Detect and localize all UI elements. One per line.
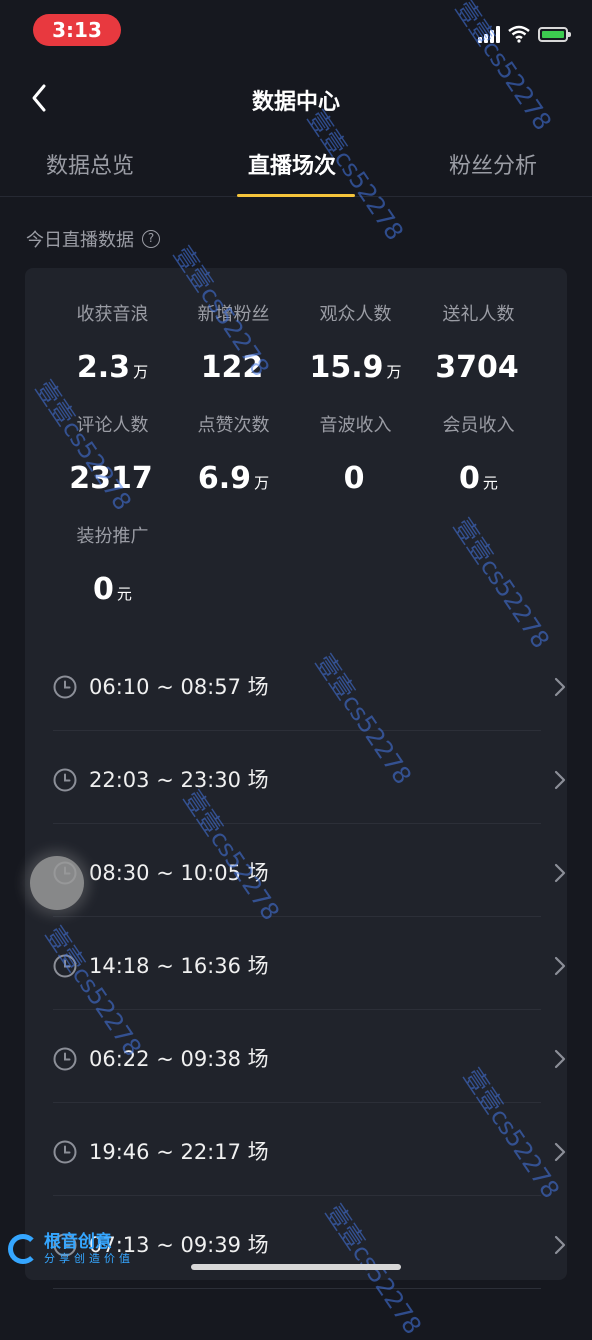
tab-live-sessions[interactable]: 直播场次 — [248, 148, 336, 180]
stat-label: 评论人数 — [76, 415, 149, 436]
stat-unit: 万 — [386, 363, 402, 381]
divider — [53, 1288, 541, 1289]
stat-decoration-promo: 装扮推广 0元 — [51, 524, 174, 610]
home-indicator[interactable] — [191, 1264, 401, 1270]
stat-commenters: 评论人数 2317 — [51, 413, 174, 499]
session-item[interactable]: 19:46 ~ 22:17 场 — [53, 1103, 566, 1196]
chevron-right-icon — [554, 956, 566, 976]
clock-icon — [53, 768, 77, 792]
stat-label: 观众人数 — [319, 304, 392, 325]
stat-label: 音波收入 — [319, 415, 392, 436]
stat-label: 会员收入 — [442, 415, 515, 436]
stat-unit: 元 — [482, 474, 498, 492]
stat-value: 2317 — [69, 461, 153, 496]
session-time-label: 19:46 ~ 22:17 场 — [89, 1140, 269, 1164]
page-title: 数据中心 — [251, 90, 340, 115]
session-time-label: 22:03 ~ 23:30 场 — [89, 768, 269, 792]
battery-icon — [538, 26, 571, 42]
stat-value: 122 — [200, 350, 264, 385]
stat-value: 6.9 — [197, 461, 252, 496]
session-item[interactable]: 14:18 ~ 16:36 场 — [53, 917, 566, 1010]
assistive-touch-button[interactable] — [30, 856, 84, 910]
brand-logo: 根音创意 分享创造价值 — [8, 1232, 134, 1265]
clock-icon — [53, 675, 77, 699]
clock-icon — [53, 1140, 77, 1164]
stat-viewers: 观众人数 15.9 万 — [294, 302, 417, 388]
tab-overview[interactable]: 数据总览 — [46, 148, 134, 180]
chevron-right-icon — [554, 770, 566, 790]
logo-main-text: 根音创意 — [44, 1232, 112, 1252]
stat-label: 新增粉丝 — [197, 304, 270, 325]
stat-unit: 万 — [133, 363, 149, 381]
chevron-right-icon — [554, 1142, 566, 1162]
chevron-right-icon — [554, 863, 566, 883]
stat-unit: 元 — [116, 585, 132, 603]
session-time-label: 14:18 ~ 16:36 场 — [89, 954, 269, 978]
stat-value: 0 — [93, 572, 114, 607]
nav-bar: 数据中心 — [0, 70, 592, 126]
session-time-label: 06:22 ~ 09:38 场 — [89, 1047, 269, 1071]
active-tab-indicator — [237, 194, 355, 197]
stat-value: 3704 — [435, 350, 519, 385]
stat-value: 2.3 — [76, 350, 131, 385]
chevron-right-icon — [554, 1235, 566, 1255]
logo-mark-icon — [8, 1233, 38, 1264]
signal-icon — [478, 25, 500, 43]
status-bar: 3:13 — [0, 0, 592, 64]
session-item[interactable]: 06:22 ~ 09:38 场 — [53, 1010, 566, 1103]
stat-sonic-income: 音波收入 0 — [294, 413, 417, 499]
clock-icon — [53, 954, 77, 978]
stat-gifters: 送礼人数 3704 — [417, 302, 540, 388]
section-title-label: 今日直播数据 — [26, 230, 134, 251]
session-item[interactable]: 22:03 ~ 23:30 场 — [53, 731, 566, 824]
session-time-label: 08:30 ~ 10:05 场 — [89, 861, 269, 885]
stat-label: 装扮推广 — [76, 526, 149, 547]
session-item[interactable]: 06:10 ~ 08:57 场 — [53, 638, 566, 731]
stat-label: 点赞次数 — [197, 415, 270, 436]
stat-member-income: 会员收入 0元 — [417, 413, 540, 499]
stat-unit: 万 — [254, 474, 270, 492]
tab-bar: 数据总览 直播场次 粉丝分析 — [0, 130, 592, 197]
tab-fan-analysis[interactable]: 粉丝分析 — [449, 148, 537, 180]
wifi-icon — [508, 25, 530, 43]
stat-likes: 点赞次数 6.9 万 — [172, 413, 295, 499]
stat-label: 送礼人数 — [442, 304, 515, 325]
today-stats-card: 收获音浪 2.3 万 新增粉丝 122 观众人数 15.9 万 送礼人数 3704 … — [25, 268, 567, 1289]
status-icons — [478, 24, 571, 44]
status-time: 3:13 — [33, 14, 121, 46]
help-icon[interactable]: ? — [142, 230, 160, 248]
stat-value: 0 — [459, 461, 480, 496]
chevron-right-icon — [554, 1049, 566, 1069]
stat-value: 0 — [343, 461, 365, 496]
session-item[interactable]: 08:30 ~ 10:05 场 — [53, 824, 566, 917]
section-title: 今日直播数据 ? — [26, 226, 160, 252]
chevron-right-icon — [554, 677, 566, 697]
clock-icon — [53, 1047, 77, 1071]
logo-sub-text: 分享创造价值 — [44, 1252, 134, 1265]
stat-value: 15.9 — [309, 350, 384, 385]
stat-sound-waves: 收获音浪 2.3 万 — [51, 302, 174, 388]
stat-new-fans: 新增粉丝 122 — [172, 302, 295, 388]
stat-label: 收获音浪 — [76, 304, 149, 325]
session-time-label: 06:10 ~ 08:57 场 — [89, 675, 269, 699]
